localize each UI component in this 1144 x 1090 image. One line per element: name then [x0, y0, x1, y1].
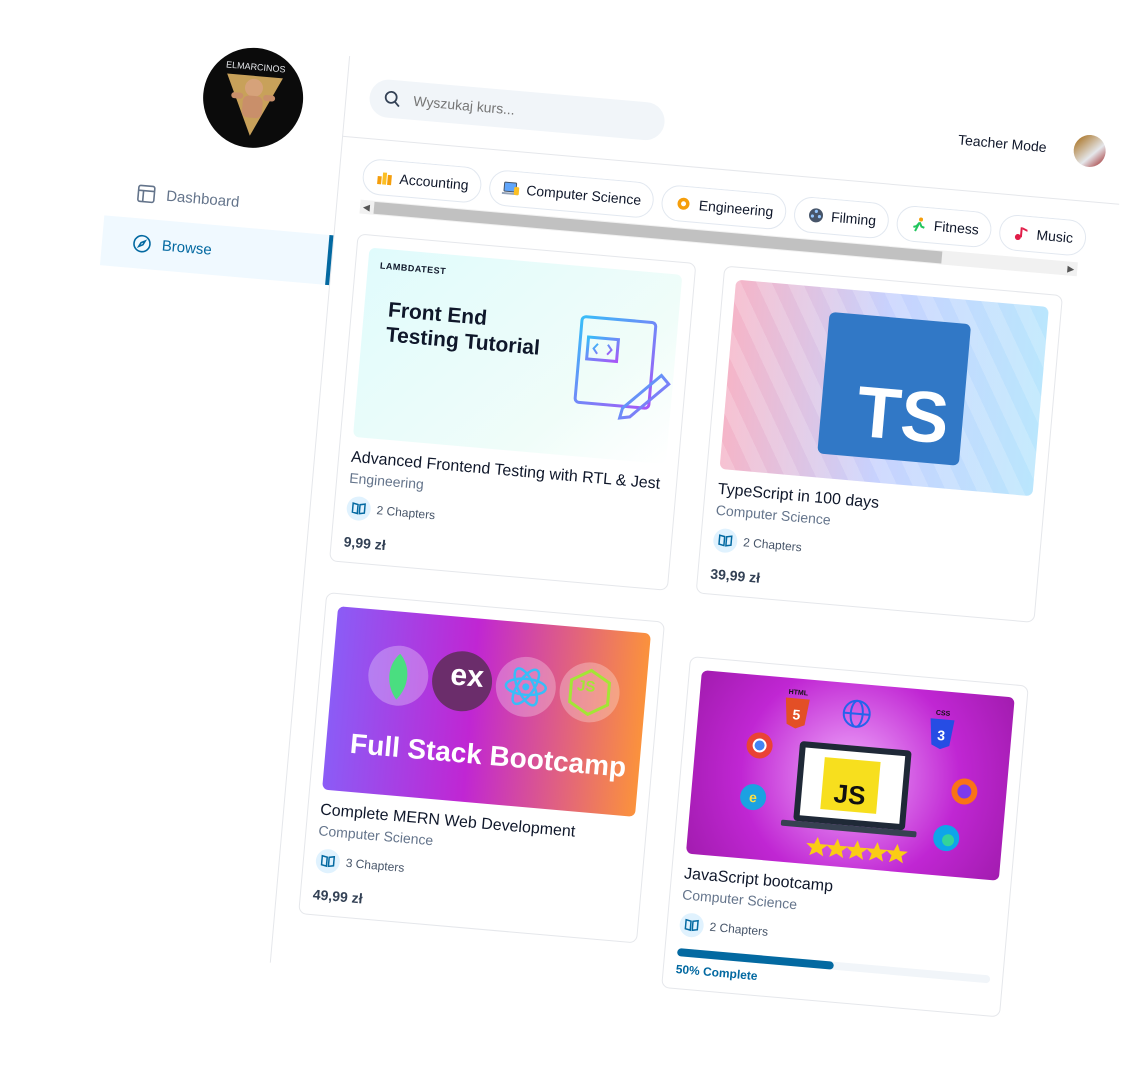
category-engineering[interactable]: Engineering — [660, 183, 788, 231]
svg-text:e: e — [748, 789, 757, 806]
sidebar-item-label: Dashboard — [165, 187, 241, 211]
code-window-icon — [573, 315, 671, 420]
sidebar-item-label: Browse — [161, 236, 213, 259]
course-card[interactable]: TS TypeScript in 100 days Computer Scien… — [695, 265, 1063, 623]
ts-logo-text: TS — [853, 371, 953, 460]
category-label: Music — [1035, 226, 1074, 246]
category-music[interactable]: Music — [998, 213, 1088, 257]
course-thumbnail: LAMBDATEST Front End Testing Tutorial — [352, 247, 683, 465]
svg-text:CSS: CSS — [936, 710, 951, 718]
stack-logos-icon — [368, 645, 620, 723]
course-thumbnail: 5 HTML 3 CSS e JS — [685, 670, 1015, 881]
chapter-label: 2 Chapters — [708, 919, 769, 939]
sidebar: ELMARCINOS Dashboard Browse — [40, 36, 351, 963]
brand-label: LAMBDATEST — [379, 260, 447, 277]
svg-text:5: 5 — [792, 706, 801, 723]
typescript-logo: TS — [817, 311, 972, 466]
book-icon — [314, 848, 341, 875]
node-logo-text: JS — [576, 677, 597, 696]
category-computer-science[interactable]: Computer Science — [487, 168, 656, 220]
search-icon — [383, 89, 403, 109]
gear-icon — [674, 194, 694, 214]
book-icon — [712, 527, 739, 554]
chapter-label: 3 Chapters — [345, 855, 405, 875]
laptop-icon — [501, 179, 522, 199]
category-label: Engineering — [698, 197, 775, 220]
category-fitness[interactable]: Fitness — [895, 204, 994, 249]
course-card[interactable]: LAMBDATEST Front End Testing Tutorial Ad… — [329, 233, 697, 591]
music-note-icon — [1012, 224, 1032, 244]
svg-text:3: 3 — [937, 727, 946, 744]
svg-text:HTML: HTML — [788, 689, 809, 698]
compass-icon — [131, 233, 153, 255]
runner-icon — [909, 215, 929, 235]
chapter-label: 2 Chapters — [742, 535, 803, 555]
course-thumbnail: ex JS Full Stack Bootcamp — [322, 606, 651, 817]
course-card[interactable]: ex JS Full Stack Bootcamp Complete MERN … — [298, 592, 666, 944]
film-reel-icon — [806, 206, 826, 226]
scroll-left-icon[interactable]: ◀ — [363, 202, 371, 214]
book-icon — [345, 495, 372, 522]
layout-icon — [136, 183, 158, 205]
search-bar[interactable] — [367, 78, 667, 142]
category-label: Filming — [830, 208, 877, 229]
svg-text:JS: JS — [833, 778, 867, 811]
category-accounting[interactable]: Accounting — [361, 157, 484, 205]
chapter-label: 2 Chapters — [376, 503, 436, 523]
category-label: Computer Science — [525, 182, 642, 209]
thumb-headline: Full Stack Bootcamp — [348, 727, 628, 783]
chart-icon — [375, 168, 395, 188]
teacher-mode-button[interactable]: Teacher Mode — [957, 131, 1047, 155]
express-logo-text: ex — [449, 658, 486, 695]
course-thumbnail: TS — [719, 279, 1049, 497]
svg-text:ELMARCINOS: ELMARCINOS — [226, 59, 286, 74]
book-icon — [678, 912, 705, 939]
avatar[interactable] — [1072, 133, 1108, 169]
logo[interactable]: ELMARCINOS — [198, 43, 308, 153]
category-label: Accounting — [398, 170, 470, 193]
category-filming[interactable]: Filming — [792, 195, 891, 240]
category-label: Fitness — [933, 217, 980, 238]
course-card[interactable]: 5 HTML 3 CSS e JS JavaScript bootcamp Co… — [661, 656, 1029, 1018]
app-window: ELMARCINOS Dashboard Browse Wyszukaj kur… — [40, 36, 1127, 1031]
web-tech-icons: 5 HTML 3 CSS e JS — [740, 689, 978, 864]
thumb-headline: Front End Testing Tutorial — [385, 297, 543, 360]
search-input[interactable] — [410, 91, 636, 130]
scroll-right-icon[interactable]: ▶ — [1067, 263, 1075, 275]
